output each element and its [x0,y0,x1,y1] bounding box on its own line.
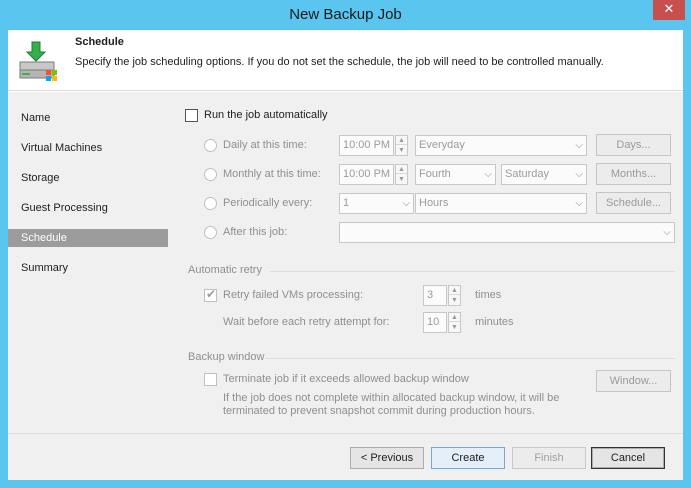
previous-button[interactable]: < Previous [350,447,424,469]
run-automatically-checkbox[interactable] [185,109,198,122]
chevron-down-icon: ⌵ [575,140,583,151]
days-button[interactable]: Days... [596,134,671,156]
retry-unit-label: times [475,289,502,301]
backup-window-note-line1: If the job does not complete within allo… [223,392,560,404]
window-title: New Backup Job [289,6,402,23]
wizard-steps: Name Virtual Machines Storage Guest Proc… [8,92,170,433]
chevron-down-icon: ⌵ [484,169,492,180]
after-job-radio[interactable] [204,226,217,239]
section-divider [270,271,675,272]
daily-label: Daily at this time: [223,139,307,151]
period-value-select[interactable]: 1 ⌵ [339,193,414,214]
checkmark-icon: ✔ [206,287,217,301]
after-job-label: After this job: [223,226,288,238]
monthly-label: Monthly at this time: [223,168,321,180]
schedule-panel: Run the job automatically Daily at this … [170,92,683,433]
chevron-down-icon: ⌵ [663,227,671,238]
monthly-radio[interactable] [204,168,217,181]
window-button[interactable]: Window... [596,370,671,392]
retry-count-input[interactable]: 3 [423,285,447,306]
monthly-week-select[interactable]: Fourth ⌵ [415,164,496,185]
monthly-time-spinner[interactable]: ▲ ▼ [395,164,408,185]
run-automatically-label: Run the job automatically [204,109,328,121]
backup-job-icon [19,41,57,81]
daily-days-select[interactable]: Everyday ⌵ [415,135,587,156]
nav-item-schedule[interactable]: Schedule [8,229,168,247]
finish-button[interactable]: Finish [512,447,586,469]
close-icon: ✕ [663,1,675,16]
after-job-select[interactable]: ⌵ [339,222,675,243]
nav-item-guest-processing[interactable]: Guest Processing [8,199,168,217]
retry-wait-unit-label: minutes [475,316,514,328]
backup-window-heading: Backup window [188,351,265,363]
page-title: Schedule [75,36,124,48]
retry-failed-label: Retry failed VMs processing: [223,289,363,301]
daily-time-input[interactable]: 10:00 PM [339,135,394,156]
chevron-down-icon: ⌵ [575,169,583,180]
nav-item-virtual-machines[interactable]: Virtual Machines [8,139,168,157]
daily-time-spinner[interactable]: ▲ ▼ [395,135,408,156]
period-unit-select[interactable]: Hours ⌵ [415,193,587,214]
retry-wait-input[interactable]: 10 [423,312,447,333]
chevron-down-icon: ⌵ [575,198,583,209]
cancel-button[interactable]: Cancel [591,447,665,469]
create-button[interactable]: Create [431,447,505,469]
window: New Backup Job ✕ Schedule Specify the jo… [0,0,691,488]
terminate-job-checkbox[interactable] [204,373,217,386]
retry-wait-label: Wait before each retry attempt for: [223,316,390,328]
section-divider [266,358,675,359]
nav-item-summary[interactable]: Summary [8,259,168,277]
terminate-job-label: Terminate job if it exceeds allowed back… [223,373,469,385]
monthly-day-select[interactable]: Saturday ⌵ [501,164,587,185]
retry-wait-spinner[interactable]: ▲ ▼ [448,312,461,333]
periodically-label: Periodically every: [223,197,313,209]
chevron-down-icon: ⌵ [402,198,410,209]
months-button[interactable]: Months... [596,163,671,185]
wizard-header: Schedule Specify the job scheduling opti… [8,30,683,91]
monthly-time-input[interactable]: 10:00 PM [339,164,394,185]
dialog-client: Schedule Specify the job scheduling opti… [8,30,683,480]
daily-radio[interactable] [204,139,217,152]
close-button[interactable]: ✕ [653,0,685,20]
periodically-radio[interactable] [204,197,217,210]
retry-failed-checkbox[interactable]: ✔ [204,287,217,302]
wizard-footer: < Previous Create Finish Cancel [8,433,683,480]
nav-item-name[interactable]: Name [8,109,168,127]
automatic-retry-heading: Automatic retry [188,264,262,276]
retry-count-spinner[interactable]: ▲ ▼ [448,285,461,306]
schedule-button[interactable]: Schedule... [596,192,671,214]
title-bar[interactable]: New Backup Job ✕ [0,0,691,30]
backup-window-note-line2: terminated to prevent snapshot commit du… [223,405,535,417]
page-description: Specify the job scheduling options. If y… [75,56,604,68]
nav-item-storage[interactable]: Storage [8,169,168,187]
